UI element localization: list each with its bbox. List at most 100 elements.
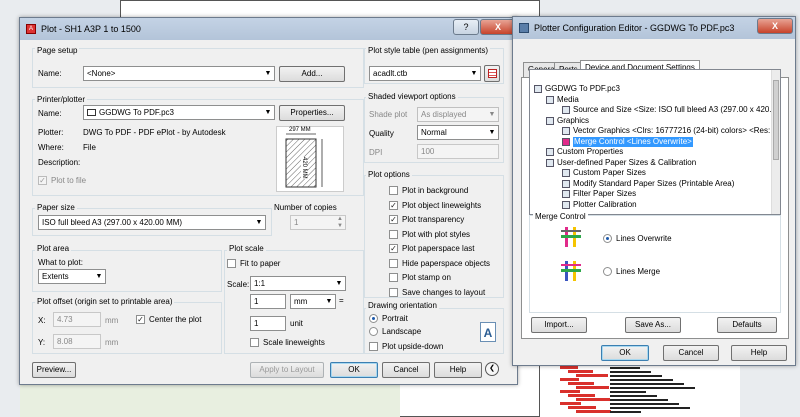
chevron-down-icon: ▼ <box>335 280 343 287</box>
copies-field[interactable]: 1 ▲ ▼ <box>290 215 346 230</box>
scale-unit-combo[interactable]: mm ▼ <box>290 294 336 309</box>
table-row-line <box>610 395 657 397</box>
config-file-icon <box>534 85 542 93</box>
page-setup-name-combo[interactable]: <None> ▼ <box>83 66 275 81</box>
upside-down-label: Plot upside-down <box>382 342 444 351</box>
shade-plot-value: As displayed <box>421 110 467 119</box>
settings-tree[interactable]: GGDWG To PDF.pc3 Media Source and Size <Si… <box>529 69 781 215</box>
ok-button[interactable]: OK <box>330 362 378 378</box>
apply-to-layout-button[interactable]: Apply to Layout <box>250 362 324 378</box>
lines-merge-radio[interactable]: Lines Merge <box>603 267 660 276</box>
page-setup-label: Page setup <box>35 46 80 55</box>
scale-combo[interactable]: 1:1 ▼ <box>250 276 346 291</box>
offset-y-field[interactable]: 8.08 <box>53 334 101 349</box>
printer-name-value: GGDWG To PDF.pc3 <box>99 108 174 117</box>
table-row-mark <box>560 402 581 405</box>
tree-item-label: Graphics <box>557 115 590 125</box>
tree-scrollbar[interactable] <box>771 70 780 214</box>
tree-item[interactable]: Modify Standard Paper Sizes (Printable A… <box>562 179 734 189</box>
scale-lineweights-checkbox[interactable]: Scale lineweights <box>250 338 325 347</box>
add-page-setup-button[interactable]: Add... <box>279 66 345 82</box>
plot-option-checkbox[interactable]: Plot stamp on <box>389 273 451 282</box>
fit-to-paper-checkbox[interactable]: Fit to paper <box>227 259 280 268</box>
plot-option-checkbox[interactable]: ✓ Plot object lineweights <box>389 200 481 210</box>
table-row-line <box>610 411 641 413</box>
printer-name-combo[interactable]: GGDWG To PDF.pc3 ▼ <box>83 105 275 120</box>
help-button[interactable]: Help <box>434 362 482 378</box>
tree-item[interactable]: User-defined Paper Sizes & Calibration <box>546 158 696 168</box>
edit-style-table-button[interactable] <box>484 65 500 82</box>
tree-item[interactable]: Filter Paper Sizes <box>562 189 636 199</box>
portrait-radio[interactable]: Portrait <box>369 314 408 323</box>
setting-icon <box>562 200 570 209</box>
plot-option-checkbox[interactable]: Save changes to layout <box>389 287 485 297</box>
table-row-mark <box>576 386 609 389</box>
what-to-plot-combo[interactable]: Extents ▼ <box>38 269 106 284</box>
tree-item[interactable]: Graphics <box>546 116 589 126</box>
pce-title: Plotter Configuration Editor - GGDWG To … <box>534 23 735 33</box>
radio-empty-icon <box>369 327 378 336</box>
preview-button[interactable]: Preview... <box>32 362 76 378</box>
setting-icon <box>562 190 570 198</box>
checkbox-empty-icon <box>389 186 398 195</box>
plot-option-checkbox[interactable]: Plot with plot styles <box>389 229 470 239</box>
pce-help-button[interactable]: Help <box>731 345 787 361</box>
plot-option-checkbox[interactable]: ✓ Plot paperspace last <box>389 244 475 253</box>
tree-item[interactable]: Media <box>546 95 579 105</box>
table-row-line <box>610 371 651 373</box>
cancel-button[interactable]: Cancel <box>382 362 430 378</box>
pce-cancel-button[interactable]: Cancel <box>663 345 719 361</box>
tree-item[interactable]: Plotter Calibration <box>562 200 637 210</box>
plotter-value: DWG To PDF - PDF ePlot - by Autodesk <box>83 128 226 137</box>
defaults-button[interactable]: Defaults <box>717 317 777 333</box>
table-row-line <box>610 375 662 377</box>
save-as-button[interactable]: Save As... <box>625 317 681 333</box>
tree-item[interactable]: GGDWG To PDF.pc3 <box>534 84 620 94</box>
paper-preview: 297 MM 420 MM <box>276 126 344 192</box>
tree-item[interactable]: Source and Size <Size: ISO full bleed A3… <box>562 105 780 115</box>
plot-offset-label: Plot offset (origin set to printable are… <box>35 297 175 306</box>
scale-value1-field[interactable]: 1 <box>250 294 286 309</box>
lines-overwrite-radio[interactable]: Lines Overwrite <box>603 234 672 243</box>
plot-area-label: Plot area <box>35 244 72 253</box>
what-to-plot-value: Extents <box>42 272 69 281</box>
collapse-options-button[interactable]: ❮ <box>485 362 499 376</box>
table-row-mark <box>560 390 580 393</box>
scroll-thumb[interactable] <box>773 80 779 160</box>
plot-option-checkbox[interactable]: Hide paperspace objects <box>389 258 490 268</box>
tree-item[interactable]: Merge Control <Lines Overwrite> <box>562 136 693 147</box>
setting-icon <box>562 127 570 135</box>
plot-options-label: Plot options <box>366 170 412 179</box>
tree-item[interactable]: Custom Properties <box>546 147 623 157</box>
help-title-button[interactable]: ? <box>453 19 479 35</box>
check-icon: ✓ <box>389 244 398 253</box>
tree-item[interactable]: Custom Paper Sizes <box>562 168 646 178</box>
chevron-down-icon: ▼ <box>255 219 263 226</box>
center-plot-checkbox[interactable]: ✓ Center the plot <box>136 315 201 324</box>
copies-value: 1 <box>294 218 299 227</box>
plot-option-checkbox[interactable]: ✓ Plot transparency <box>389 215 464 224</box>
scale-value2-field[interactable]: 1 <box>250 316 286 331</box>
plot-to-file-checkbox[interactable]: ✓ Plot to file <box>38 176 86 185</box>
scale-value2: 1 <box>254 319 259 328</box>
pce-ok-button[interactable]: OK <box>601 345 649 361</box>
properties-button[interactable]: Properties... <box>279 105 345 121</box>
landscape-radio[interactable]: Landscape <box>369 327 421 336</box>
table-row-mark <box>560 366 578 369</box>
import-button[interactable]: Import... <box>531 317 587 333</box>
close-title-button[interactable]: X <box>480 19 516 35</box>
pce-close-button[interactable]: X <box>757 18 793 34</box>
plot-option-checkbox[interactable]: Plot in background <box>389 186 468 195</box>
table-row-mark <box>576 398 610 401</box>
style-table-combo[interactable]: acadlt.ctb ▼ <box>369 66 481 81</box>
radio-selected-icon <box>369 314 378 323</box>
offset-x-field[interactable]: 4.73 <box>53 312 101 327</box>
upside-down-checkbox[interactable]: Plot upside-down <box>369 342 443 351</box>
paper-size-combo[interactable]: ISO full bleed A3 (297.00 x 420.00 MM) ▼ <box>38 215 266 230</box>
fit-to-paper-label: Fit to paper <box>240 259 281 268</box>
shade-plot-combo[interactable]: As displayed ▼ <box>417 107 499 122</box>
table-row-line <box>610 383 684 385</box>
quality-combo[interactable]: Normal ▼ <box>417 125 499 140</box>
dpi-field[interactable]: 100 <box>417 144 499 159</box>
tree-item[interactable]: Vector Graphics <Clrs: 16777216 (24-bit)… <box>562 126 780 136</box>
